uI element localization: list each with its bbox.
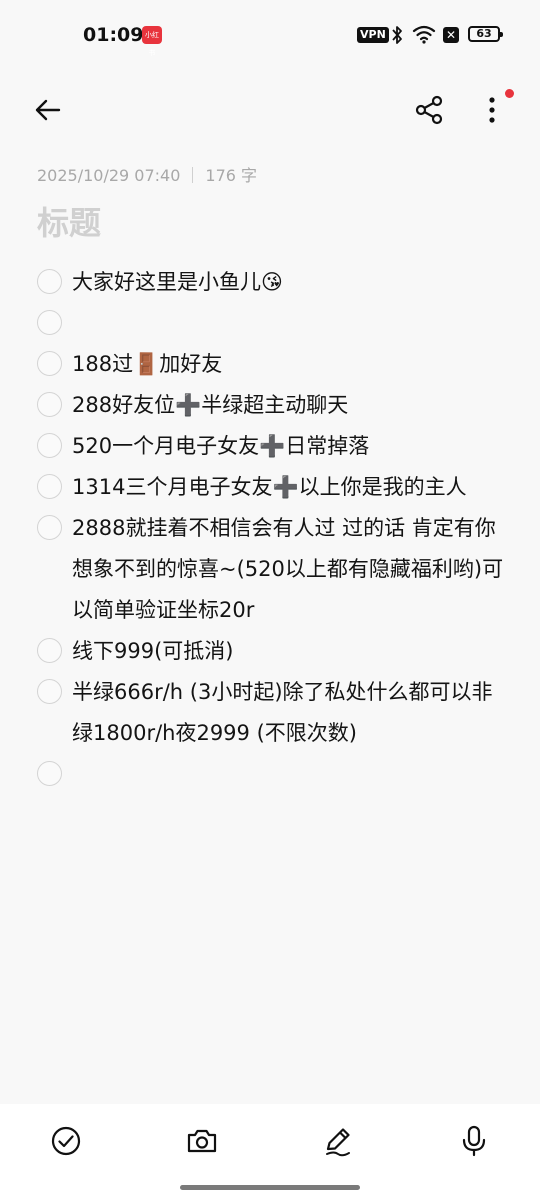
title-placeholder[interactable]: 标题 [37,198,101,244]
checklist-item-text[interactable] [72,303,506,344]
note-date: 2025/10/29 07:40 [37,166,181,185]
checklist-item[interactable]: 大家好这里是小鱼儿😘 [36,262,506,303]
home-indicator[interactable] [180,1185,360,1190]
checklist-item-text[interactable]: 188过🚪加好友 [72,344,506,385]
camera-icon[interactable] [184,1123,220,1159]
close-notification-icon: ✕ [443,27,459,43]
more-vertical-icon[interactable] [474,92,510,128]
checkbox[interactable] [37,679,62,704]
notification-dot [505,89,514,98]
checklist-item-text[interactable] [72,754,506,795]
checkbox[interactable] [37,351,62,376]
checklist-item-text[interactable]: 大家好这里是小鱼儿😘 [72,262,506,303]
checklist-item-text[interactable]: 线下999(可抵消) [72,631,506,672]
checklist-item[interactable]: 2888就挂着不相信会有人过 过的话 肯定有你想象不到的惊喜~(520以上都有隐… [36,508,506,631]
checklist-item[interactable]: 288好友位➕半绿超主动聊天 [36,385,506,426]
checklist-item[interactable] [36,303,506,344]
checklist-item-text[interactable]: 半绿666r/h (3小时起)除了私处什么都可以非绿1800r/h夜2999 (… [72,672,506,754]
pen-icon[interactable] [320,1123,356,1159]
wifi-icon [412,25,436,44]
checkbox[interactable] [37,638,62,663]
check-circle-icon[interactable] [48,1123,84,1159]
vpn-icon: VPN [357,27,389,43]
note-meta: 2025/10/29 07:40 176 字 [37,162,257,186]
checkbox[interactable] [37,433,62,458]
bluetooth-icon [392,26,402,44]
checklist-item-text[interactable]: 2888就挂着不相信会有人过 过的话 肯定有你想象不到的惊喜~(520以上都有隐… [72,508,506,631]
checklist-item[interactable]: 520一个月电子女友➕日常掉落 [36,426,506,467]
checklist-item[interactable]: 1314三个月电子女友➕以上你是我的主人 [36,467,506,508]
checkbox[interactable] [37,310,62,335]
checkbox[interactable] [37,515,62,540]
battery-icon: 63 [468,26,503,42]
checklist-item[interactable]: 半绿666r/h (3小时起)除了私处什么都可以非绿1800r/h夜2999 (… [36,672,506,754]
checklist-item[interactable] [36,754,506,795]
checklist-item[interactable]: 188过🚪加好友 [36,344,506,385]
char-count: 176 字 [205,166,258,185]
share-icon[interactable] [411,92,447,128]
checkbox[interactable] [37,474,62,499]
checklist-item-text[interactable]: 1314三个月电子女友➕以上你是我的主人 [72,467,506,508]
checkbox[interactable] [37,392,62,417]
status-bar: 01:09 小红书 VPN ✕ 63 [0,0,540,72]
checklist-item-text[interactable]: 288好友位➕半绿超主动聊天 [72,385,506,426]
meta-divider [192,167,194,183]
checkbox[interactable] [37,761,62,786]
checklist: 大家好这里是小鱼儿😘 188过🚪加好友 288好友位➕半绿超主动聊天 520一个… [36,262,506,795]
status-time: 01:09 [83,24,144,46]
checklist-item[interactable]: 线下999(可抵消) [36,631,506,672]
app-notification-icon: 小红书 [142,26,162,57]
microphone-icon[interactable] [456,1123,492,1159]
checklist-item-text[interactable]: 520一个月电子女友➕日常掉落 [72,426,506,467]
back-arrow-icon[interactable] [30,92,66,128]
checkbox[interactable] [37,269,62,294]
